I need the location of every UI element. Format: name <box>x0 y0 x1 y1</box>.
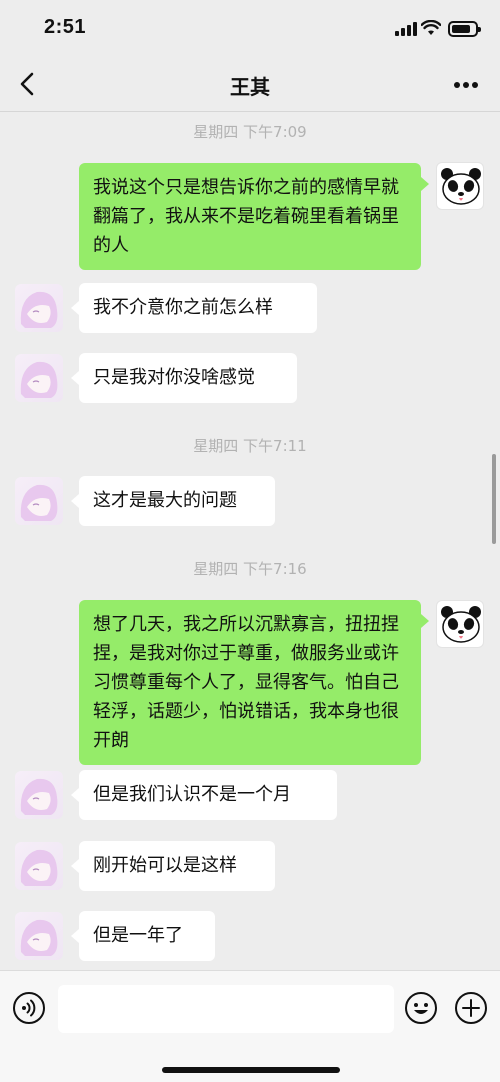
status-bar: 2:51 <box>0 0 500 56</box>
input-bar <box>0 970 500 1082</box>
contact-avatar[interactable] <box>15 912 63 960</box>
bubble-tail <box>71 371 79 385</box>
more-button[interactable] <box>446 68 486 100</box>
anime-girl-avatar-icon <box>20 484 58 521</box>
emoji-icon[interactable] <box>404 991 438 1025</box>
contact-message-bubble[interactable]: 刚开始可以是这样 <box>79 841 275 891</box>
anime-girl-avatar-icon <box>20 778 58 815</box>
contact-message-bubble[interactable]: 我不介意你之前怎么样 <box>79 283 317 333</box>
bubble-tail <box>71 929 79 943</box>
contact-message-bubble[interactable]: 只是我对你没啥感觉 <box>79 353 297 403</box>
contact-avatar[interactable] <box>15 842 63 890</box>
my-avatar[interactable] <box>436 600 484 648</box>
bubble-tail <box>71 301 79 315</box>
voice-icon[interactable] <box>12 991 46 1025</box>
chat-title: 王其 <box>230 75 270 99</box>
bubble-tail <box>71 494 79 508</box>
contact-avatar[interactable] <box>15 477 63 525</box>
timestamp: 星期四 下午7:16 <box>193 560 307 578</box>
bubble-tail <box>71 788 79 802</box>
contact-message-bubble[interactable]: 这才是最大的问题 <box>79 476 275 526</box>
chat-header: 王其 <box>0 56 500 112</box>
message-input[interactable] <box>58 985 394 1033</box>
contact-message-bubble[interactable]: 但是我们认识不是一个月 <box>79 770 337 820</box>
bubble-tail <box>421 177 429 191</box>
anime-girl-avatar-icon <box>20 849 58 886</box>
bubble-tail <box>71 859 79 873</box>
status-time: 2:51 <box>44 16 87 38</box>
anime-girl-avatar-icon <box>20 919 58 956</box>
panda-avatar-icon <box>441 606 481 643</box>
panda-avatar-icon <box>441 168 481 205</box>
plus-icon[interactable] <box>454 991 488 1025</box>
battery-icon <box>448 21 481 37</box>
bubble-tail <box>421 614 429 628</box>
home-indicator[interactable] <box>162 1067 340 1073</box>
contact-message-bubble[interactable]: 但是一年了 <box>79 911 215 961</box>
scrollbar[interactable] <box>492 454 496 544</box>
timestamp: 星期四 下午7:09 <box>193 123 307 141</box>
anime-girl-avatar-icon <box>20 361 58 398</box>
anime-girl-avatar-icon <box>20 291 58 328</box>
wifi-icon <box>421 20 441 35</box>
timestamp: 星期四 下午7:11 <box>193 437 307 455</box>
contact-avatar[interactable] <box>15 771 63 819</box>
my-avatar[interactable] <box>436 162 484 210</box>
my-message-bubble[interactable]: 我说这个只是想告诉你之前的感情早就翻篇了，我从来不是吃着碗里看着锅里的人 <box>79 163 421 270</box>
my-message-bubble[interactable]: 想了几天，我之所以沉默寡言，扭扭捏捏，是我对你过于尊重，做服务业或许习惯尊重每个… <box>79 600 421 765</box>
back-button[interactable] <box>12 68 44 100</box>
signal-icon <box>395 22 417 36</box>
contact-avatar[interactable] <box>15 354 63 402</box>
contact-avatar[interactable] <box>15 284 63 332</box>
